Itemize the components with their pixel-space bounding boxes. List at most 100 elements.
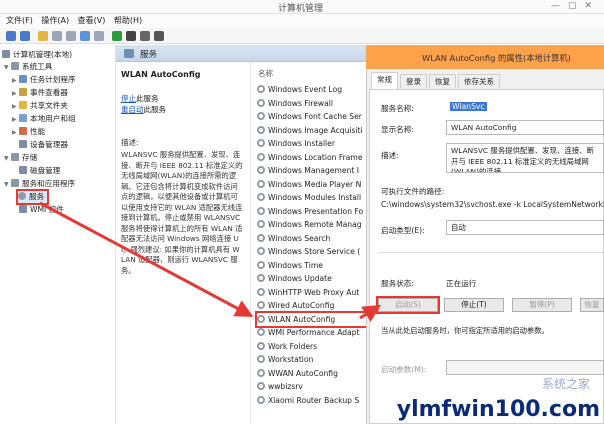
path-label: 可执行文件的路径: bbox=[381, 187, 445, 196]
menu-file[interactable]: 文件(F) bbox=[6, 14, 33, 28]
tree-item-performance[interactable]: ▶ 性能 bbox=[12, 126, 45, 139]
tree-item-device-manager[interactable]: 设备管理器 bbox=[19, 139, 68, 151]
service-row[interactable]: Windows Location Frame bbox=[257, 151, 367, 164]
view-icon[interactable] bbox=[94, 31, 104, 41]
service-row-wlan-autoconfig[interactable]: WLAN AutoConfig bbox=[255, 310, 369, 328]
stop-icon[interactable] bbox=[126, 31, 136, 41]
tree-item-services-and-apps[interactable]: ▼ 服务和应用程序 bbox=[4, 178, 75, 191]
tree-item-event-viewer[interactable]: ▶ 事件查看器 bbox=[12, 87, 68, 100]
tab-recovery[interactable]: 恢复 bbox=[429, 74, 456, 88]
start-params-input[interactable] bbox=[446, 360, 604, 375]
tree-item-storage[interactable]: ▼ 存储 bbox=[4, 152, 37, 165]
service-row-label: WinHTTP Web Proxy Aut bbox=[268, 287, 360, 297]
service-row[interactable]: Windows Font Cache Ser bbox=[257, 110, 367, 123]
gear-icon bbox=[257, 341, 265, 350]
gear-icon bbox=[257, 220, 265, 228]
menu-action[interactable]: 操作(A) bbox=[41, 14, 69, 28]
back-icon[interactable] bbox=[6, 31, 16, 41]
tree-item-local-users[interactable]: ▶ 本地用户和组 bbox=[12, 113, 76, 126]
service-row[interactable]: Windows Firewall bbox=[257, 97, 367, 110]
service-row[interactable]: Windows Presentation Fo bbox=[257, 205, 367, 218]
pause-button[interactable]: 暂停(P) bbox=[512, 298, 572, 312]
description-field[interactable]: WLANSVC 服务提供配置、发现、连接、断开与 IEEE 802.11 标准定… bbox=[446, 143, 604, 173]
tree-item-task-scheduler[interactable]: ▶ 任务计划程序 bbox=[12, 74, 76, 87]
service-row[interactable]: WMI Performance Adapt bbox=[257, 326, 367, 339]
service-row[interactable]: Workstation bbox=[257, 353, 367, 366]
service-row-label: Windows Store Service ( bbox=[268, 247, 361, 256]
service-row[interactable]: Work Folders bbox=[257, 340, 367, 353]
chevron-down-icon[interactable]: ▼ bbox=[4, 62, 11, 74]
chevron-right-icon[interactable]: ▶ bbox=[12, 75, 19, 87]
dialog-titlebar: WLAN AutoConfig 的属性(本地计算机) bbox=[366, 45, 604, 69]
services-title: 服务 bbox=[140, 50, 158, 60]
gear-icon bbox=[257, 355, 265, 363]
service-row[interactable]: WinHTTP Web Proxy Aut bbox=[257, 286, 367, 299]
pause-icon[interactable] bbox=[140, 31, 150, 41]
console-icon[interactable] bbox=[52, 31, 62, 41]
restart-service-link[interactable]: 重启动 bbox=[121, 105, 144, 114]
navigation-tree: 计算机管理(本地) ▼ 系统工具 ▶ 任务计划程序 ▶ 事件查看器 ▶ 共享文件夹 ▶ 本… bbox=[0, 45, 116, 424]
service-name-value[interactable]: WlanSvc bbox=[450, 102, 487, 111]
chevron-right-icon[interactable]: ▶ bbox=[12, 101, 19, 113]
tab-general[interactable]: 常规 bbox=[371, 72, 398, 89]
chevron-right-icon[interactable]: ▶ bbox=[12, 114, 19, 126]
watermark-sub: 系统之家 bbox=[541, 377, 590, 391]
service-row[interactable]: Windows Installer bbox=[257, 137, 367, 150]
service-row[interactable]: Windows Remote Manag bbox=[257, 218, 367, 231]
menu-help[interactable]: 帮助(H) bbox=[114, 14, 142, 28]
window-caption-buttons[interactable]: —▢✕ bbox=[551, 1, 600, 11]
service-row[interactable]: WWAN AutoConfig bbox=[257, 367, 367, 380]
tree-item-services[interactable]: 服务 bbox=[15, 189, 50, 205]
column-header-name[interactable]: 名称 bbox=[258, 68, 273, 79]
gear-icon bbox=[257, 98, 265, 107]
play-icon[interactable] bbox=[112, 31, 122, 41]
service-row[interactable]: Windows Management I bbox=[257, 164, 367, 177]
service-row[interactable]: wwbizsrv bbox=[257, 380, 367, 393]
computer-icon bbox=[2, 50, 10, 58]
chevron-right-icon[interactable]: ▶ bbox=[12, 88, 19, 100]
service-row-label: Windows Location Frame bbox=[268, 152, 363, 162]
path-value: C:\windows\system32\svchost.exe -k Local… bbox=[381, 200, 604, 209]
service-row[interactable]: Windows Store Service ( bbox=[257, 245, 367, 258]
description-field-label: 描述: bbox=[381, 151, 399, 160]
service-row-label: Windows Modules Install bbox=[268, 193, 362, 202]
gear-icon bbox=[257, 382, 265, 390]
service-row[interactable]: Windows Modules Install bbox=[257, 191, 367, 204]
display-name-field[interactable]: WLAN AutoConfig bbox=[446, 120, 604, 135]
service-row[interactable]: Windows Media Player N bbox=[257, 178, 367, 191]
gear-icon bbox=[257, 166, 265, 174]
tab-logon[interactable]: 登录 bbox=[400, 74, 427, 88]
service-row[interactable]: Windows Update bbox=[257, 272, 367, 285]
chevron-down-icon[interactable]: ▼ bbox=[4, 153, 11, 165]
tree-item-disk-management[interactable]: 磁盘管理 bbox=[19, 165, 60, 177]
service-row[interactable]: Windows Image Acquisiti bbox=[257, 124, 367, 137]
resume-button[interactable]: 恢复(R) bbox=[580, 298, 604, 312]
start-button[interactable]: 启动(S) bbox=[376, 296, 440, 314]
tree-item-system-tools[interactable]: ▼ 系统工具 bbox=[4, 61, 52, 74]
properties-icon[interactable] bbox=[66, 31, 76, 41]
divider bbox=[378, 252, 604, 253]
tree-item-shared-folders[interactable]: ▶ 共享文件夹 bbox=[12, 100, 68, 113]
chevron-right-icon[interactable]: ▶ bbox=[12, 127, 19, 139]
folder-icon bbox=[19, 101, 27, 109]
tree-item-wmi-control[interactable]: WMI 控件 bbox=[19, 204, 64, 216]
gear-icon bbox=[257, 179, 265, 188]
tree-item-computer-management[interactable]: 计算机管理(本地) bbox=[2, 49, 72, 61]
disk-icon bbox=[19, 166, 27, 174]
tab-dependencies[interactable]: 依存关系 bbox=[458, 74, 500, 88]
service-row-label: Workstation bbox=[268, 355, 314, 364]
stop-button[interactable]: 停止(T) bbox=[444, 298, 504, 312]
chevron-down-icon[interactable]: ▼ bbox=[4, 179, 11, 191]
service-row[interactable]: Windows Search bbox=[257, 232, 367, 245]
forward-icon[interactable] bbox=[20, 31, 30, 41]
restart-icon[interactable] bbox=[154, 31, 164, 41]
stop-service-link[interactable]: 停止 bbox=[121, 94, 136, 103]
service-row[interactable]: Windows Time bbox=[257, 259, 367, 272]
service-row[interactable]: Windows Event Log bbox=[257, 83, 367, 96]
menu-view[interactable]: 查看(V) bbox=[78, 14, 106, 28]
startup-type-select[interactable]: 自动 bbox=[446, 220, 604, 235]
help-icon[interactable] bbox=[80, 31, 90, 41]
folder-icon[interactable] bbox=[38, 31, 48, 41]
service-row[interactable]: Xiaomi Router Backup S bbox=[257, 394, 367, 407]
service-row[interactable]: Wired AutoConfig bbox=[257, 299, 367, 312]
